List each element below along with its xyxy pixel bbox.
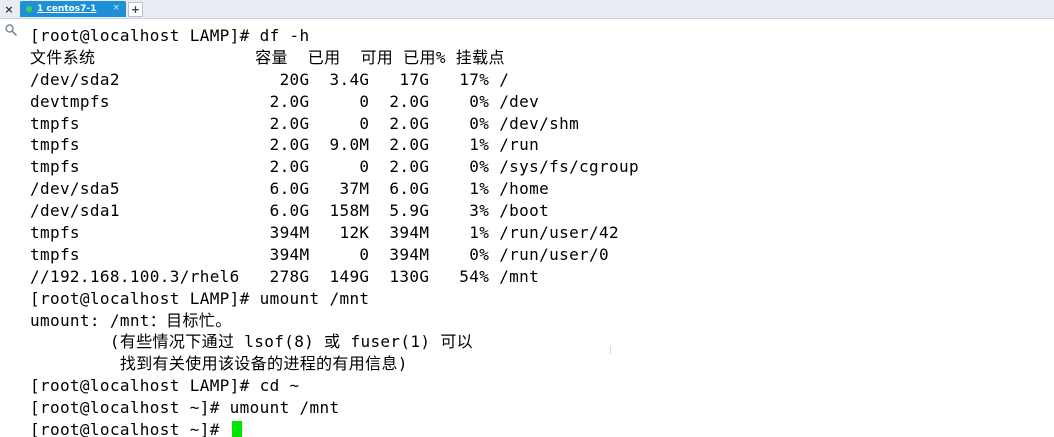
terminal-line: //192.168.100.3/rhel6 278G 149G 130G 54%… xyxy=(30,266,540,286)
terminal-line: tmpfs 2.0G 0 2.0G 0% /dev/shm xyxy=(30,113,580,133)
tab-bar: × 1 centos7-1 × + xyxy=(0,0,1054,19)
terminal-line: (有些情况下通过 lsof(8) 或 fuser(1) 可以 xyxy=(30,332,474,352)
terminal-line: /dev/sda5 6.0G 37M 6.0G 1% /home xyxy=(30,179,550,199)
terminal-line: [root@localhost LAMP]# cd ~ xyxy=(30,376,300,396)
connection-status-icon xyxy=(26,6,32,12)
terminal-line: tmpfs 394M 12K 394M 1% /run/user/42 xyxy=(30,223,619,243)
terminal-cursor[interactable] xyxy=(231,421,242,437)
session-tab-label: 1 centos7-1 xyxy=(37,4,97,14)
terminal-line: /dev/sda1 6.0G 158M 5.9G 3% /boot xyxy=(30,201,550,221)
session-tab-centos7-1[interactable]: 1 centos7-1 × xyxy=(20,1,126,17)
terminal-line: devtmpfs 2.0G 0 2.0G 0% /dev xyxy=(30,91,540,111)
search-icon[interactable] xyxy=(4,22,18,36)
terminal-line: tmpfs 2.0G 0 2.0G 0% /sys/fs/cgroup xyxy=(30,157,639,177)
terminal-line: 找到有关使用该设备的进程的有用信息) xyxy=(30,354,408,374)
tab-close-icon[interactable]: × xyxy=(112,3,120,13)
terminal-line: 文件系统 容量 已用 可用 已用% 挂载点 xyxy=(30,47,505,67)
terminal-line: [root@localhost ~]# umount /mnt xyxy=(30,398,340,418)
terminal-line: [root@localhost LAMP]# umount /mnt xyxy=(30,288,370,308)
terminal-prompt: [root@localhost ~]# xyxy=(30,420,230,437)
terminal-output[interactable]: [root@localhost LAMP]# df -h 文件系统 容量 已用 … xyxy=(30,25,1040,437)
terminal-line: tmpfs 394M 0 394M 0% /run/user/0 xyxy=(30,244,610,264)
terminal-prompt-line[interactable]: [root@localhost ~]# xyxy=(30,419,1040,437)
terminal-line: tmpfs 2.0G 9.0M 2.0G 1% /run xyxy=(30,135,540,155)
terminal-line: [root@localhost LAMP]# df -h xyxy=(30,26,310,45)
new-tab-button[interactable]: + xyxy=(128,2,143,17)
close-session-icon[interactable]: × xyxy=(0,0,18,18)
divider xyxy=(610,346,611,354)
terminal-line: /dev/sda2 20G 3.4G 17G 17% / xyxy=(30,69,510,89)
terminal-line: umount: /mnt：目标忙。 xyxy=(30,310,232,330)
